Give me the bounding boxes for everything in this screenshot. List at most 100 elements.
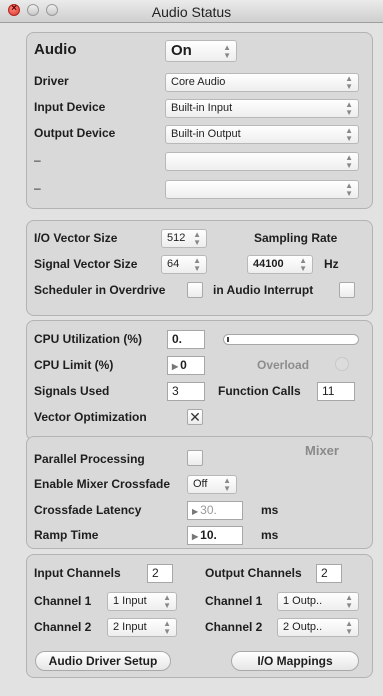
number-triangle-icon: ▶ [192, 507, 199, 516]
popup-arrows-icon: ▲ ▼ [345, 181, 353, 198]
output-device-label: Output Device [34, 126, 116, 140]
crossfade-latency-value: 30. [200, 503, 217, 517]
popup-arrows-icon: ▲ ▼ [345, 100, 353, 117]
input-device-label: Input Device [34, 100, 106, 114]
popup-arrows-icon: ▲ ▼ [163, 619, 171, 636]
output-channel-1-value: 1 Outp.. [283, 595, 323, 607]
input-device-menu[interactable]: Built-in Input ▲ ▼ [165, 99, 359, 118]
io-mappings-button[interactable]: I/O Mappings [231, 651, 359, 671]
signals-used-label: Signals Used [34, 384, 110, 398]
number-triangle-icon: ▶ [172, 362, 179, 371]
stepper-arrows-icon: ▲ ▼ [223, 43, 231, 60]
output-device-value: Built-in Output [171, 128, 241, 140]
driver-value: Core Audio [171, 76, 226, 88]
cpu-utilization-meter [223, 334, 359, 345]
input-channel-2-menu[interactable]: 2 Input ▲ ▼ [107, 618, 177, 637]
window-title: Audio Status [151, 4, 232, 20]
channels-panel: Input Channels 2 Output Channels 2 Chann… [26, 554, 373, 678]
input-channel-2-value: 2 Input [113, 621, 147, 633]
audio-label: Audio [34, 41, 77, 58]
cpu-utilization-field: 0. [167, 330, 205, 349]
cpu-limit-label: CPU Limit (%) [34, 358, 114, 372]
overload-indicator [335, 357, 349, 371]
audio-interrupt-checkbox[interactable] [339, 282, 355, 298]
function-calls-field: 11 [317, 382, 355, 401]
ramp-time-value: 10. [200, 528, 217, 542]
input-channels-field[interactable]: 2 [147, 564, 173, 583]
io-vector-size-label: I/O Vector Size [34, 231, 118, 245]
parallel-processing-label: Parallel Processing [34, 452, 145, 466]
sampling-rate-menu[interactable]: 44100 ▲ ▼ [247, 255, 313, 274]
output-channel-2-menu[interactable]: 2 Outp.. ▲ ▼ [277, 618, 359, 637]
ramp-time-field[interactable]: ▶ 10. [187, 526, 243, 545]
cpu-utilization-label: CPU Utilization (%) [34, 332, 142, 346]
extra-device-2-menu[interactable]: ▲ ▼ [165, 180, 359, 199]
output-channels-field[interactable]: 2 [316, 564, 342, 583]
popup-arrows-icon: ▲ ▼ [345, 593, 353, 610]
popup-arrows-icon: ▲ ▼ [223, 476, 231, 493]
io-vector-size-value: 512 [167, 232, 186, 244]
audio-on-off-menu[interactable]: On ▲ ▼ [165, 40, 237, 62]
popup-arrows-icon: ▲ ▼ [163, 593, 171, 610]
mixer-panel: Mixer Parallel Processing Enable Mixer C… [26, 436, 373, 549]
vector-panel: I/O Vector Size 512 ▲ ▼ Sampling Rate Sig… [26, 220, 373, 316]
signal-vector-size-menu[interactable]: 64 ▲ ▼ [161, 255, 207, 274]
output-channel-1-label: Channel 1 [205, 594, 263, 608]
input-channel-1-menu[interactable]: 1 Input ▲ ▼ [107, 592, 177, 611]
audio-driver-setup-button[interactable]: Audio Driver Setup [35, 651, 171, 671]
vector-optimization-label: Vector Optimization [34, 410, 147, 424]
function-calls-label: Function Calls [218, 384, 301, 398]
output-device-menu[interactable]: Built-in Output ▲ ▼ [165, 125, 359, 144]
popup-arrows-icon: ▲ ▼ [193, 230, 201, 247]
scheduler-overdrive-checkbox[interactable] [187, 282, 203, 298]
popup-arrows-icon: ▲ ▼ [345, 74, 353, 91]
input-channel-1-label: Channel 1 [34, 594, 92, 608]
sampling-rate-label: Sampling Rate [254, 231, 338, 245]
parallel-processing-checkbox[interactable] [187, 450, 203, 466]
audio-interrupt-label: in Audio Interrupt [213, 283, 314, 297]
input-device-value: Built-in Input [171, 102, 233, 114]
signals-used-field: 3 [167, 382, 205, 401]
cpu-limit-value: 0 [180, 358, 187, 372]
enable-mixer-crossfade-label: Enable Mixer Crossfade [34, 477, 171, 491]
overload-label: Overload [257, 358, 310, 372]
scheduler-overdrive-label: Scheduler in Overdrive [34, 283, 166, 297]
driver-label: Driver [34, 74, 69, 88]
cpu-panel: CPU Utilization (%) 0. CPU Limit (%) ▶ 0 … [26, 320, 373, 441]
crossfade-latency-field[interactable]: ▶ 30. [187, 501, 243, 520]
extra-device-1-menu[interactable]: ▲ ▼ [165, 152, 359, 171]
input-channels-label: Input Channels [34, 566, 121, 580]
io-vector-size-menu[interactable]: 512 ▲ ▼ [161, 229, 207, 248]
signal-vector-size-label: Signal Vector Size [34, 257, 138, 271]
popup-arrows-icon: ▲ ▼ [345, 619, 353, 636]
popup-arrows-icon: ▲ ▼ [345, 153, 353, 170]
cpu-utilization-meter-fill [227, 337, 229, 342]
enable-mixer-crossfade-value: Off [193, 478, 208, 490]
title-bar: × Audio Status [0, 0, 383, 23]
mixer-heading: Mixer [305, 443, 339, 458]
extra-device-1-label: – [34, 153, 41, 167]
popup-arrows-icon: ▲ ▼ [299, 256, 307, 273]
enable-mixer-crossfade-menu[interactable]: Off ▲ ▼ [187, 475, 237, 494]
crossfade-latency-label: Crossfade Latency [34, 503, 142, 517]
popup-arrows-icon: ▲ ▼ [345, 126, 353, 143]
window-content: Audio On ▲ ▼ Driver Core Audio ▲ ▼ Input D… [0, 23, 383, 696]
sampling-rate-value: 44100 [253, 258, 284, 270]
input-channel-2-label: Channel 2 [34, 620, 92, 634]
number-triangle-icon: ▶ [192, 532, 199, 541]
signal-vector-size-value: 64 [167, 258, 180, 270]
popup-arrows-icon: ▲ ▼ [193, 256, 201, 273]
extra-device-2-label: – [34, 181, 41, 195]
crossfade-latency-unit: ms [261, 503, 279, 517]
ramp-time-unit: ms [261, 528, 279, 542]
driver-menu[interactable]: Core Audio ▲ ▼ [165, 73, 359, 92]
audio-panel: Audio On ▲ ▼ Driver Core Audio ▲ ▼ Input D… [26, 32, 373, 209]
input-channel-1-value: 1 Input [113, 595, 147, 607]
output-channel-2-label: Channel 2 [205, 620, 263, 634]
ramp-time-label: Ramp Time [34, 528, 99, 542]
output-channels-label: Output Channels [205, 566, 302, 580]
output-channel-2-value: 2 Outp.. [283, 621, 323, 633]
vector-optimization-checkbox[interactable]: ✕ [187, 409, 203, 425]
cpu-limit-field[interactable]: ▶ 0 [167, 356, 205, 375]
output-channel-1-menu[interactable]: 1 Outp.. ▲ ▼ [277, 592, 359, 611]
